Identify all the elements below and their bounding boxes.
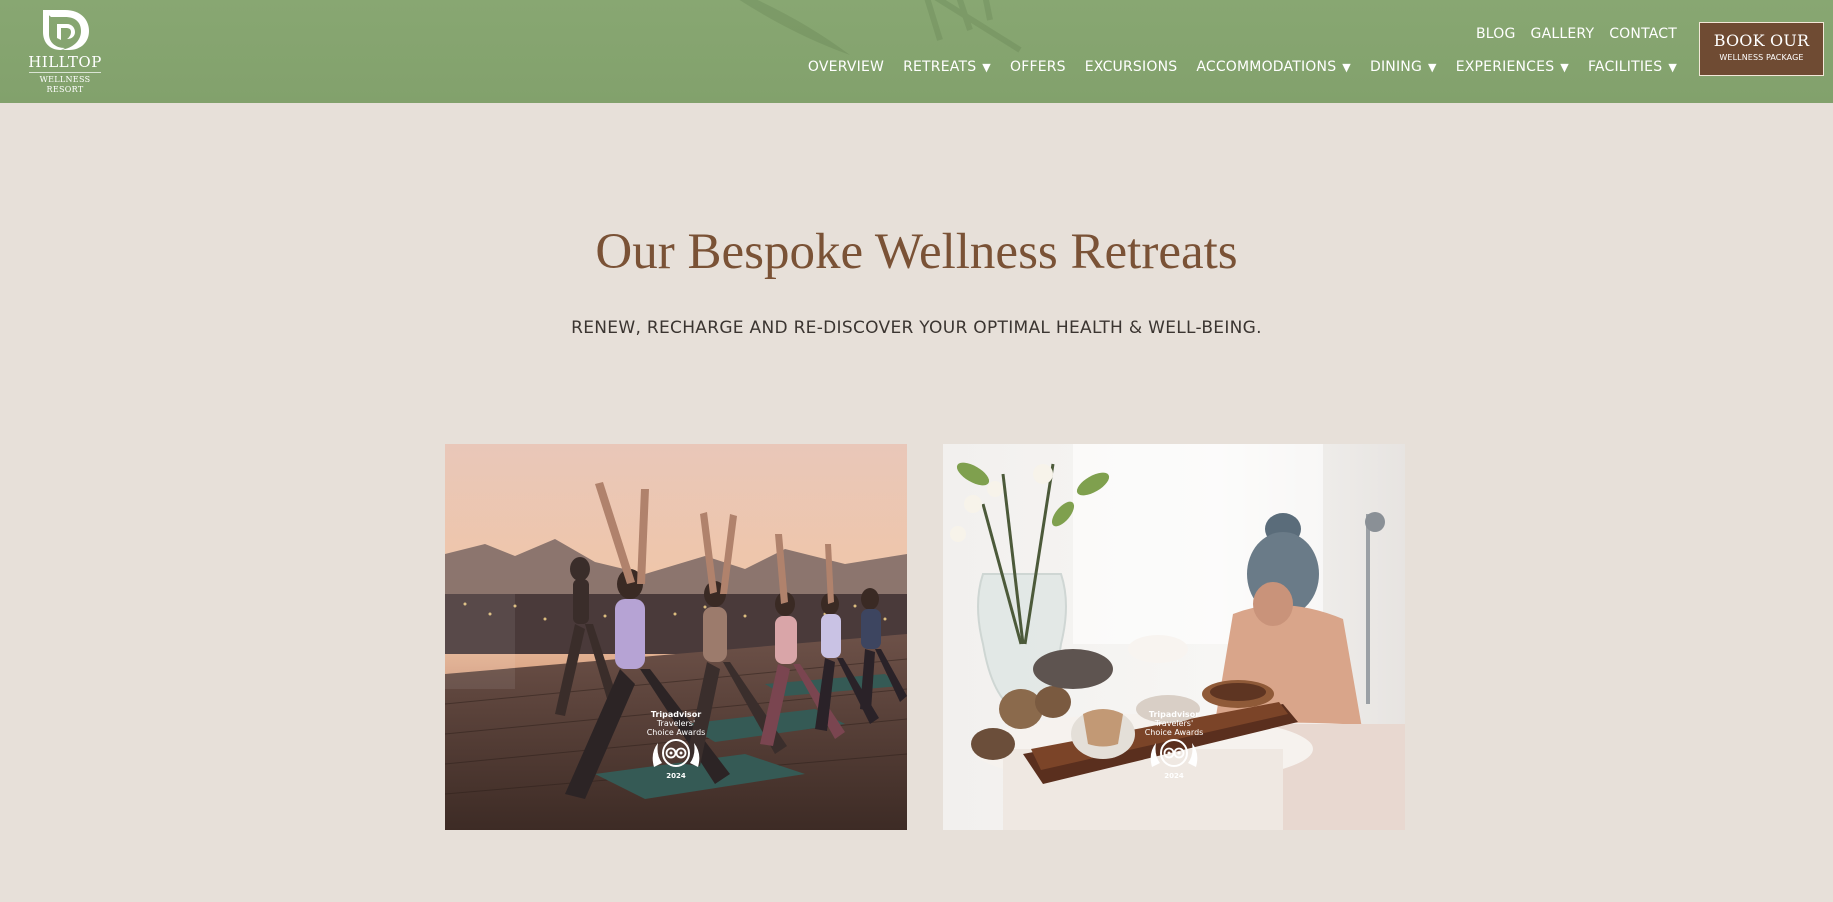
badge-line-1: Tripadvisor — [1148, 710, 1200, 719]
main-nav: OVERVIEW RETREATS ▼ OFFERS EXCURSIONS ACC… — [808, 59, 1677, 75]
nav-link-blog[interactable]: BLOG — [1476, 26, 1516, 42]
nav-item-label: RETREATS — [903, 59, 977, 75]
badge-line-1: Tripadvisor — [650, 710, 702, 719]
nav-item-offers[interactable]: OFFERS — [1010, 59, 1066, 75]
dropdown-caret-icon: ▼ — [1560, 60, 1569, 74]
retreat-card-yoga[interactable]: Tripadvisor Travelers' Choice Awards 202… — [445, 444, 907, 830]
nav-item-retreats[interactable]: RETREATS ▼ — [903, 59, 991, 75]
palm-leaf-decoration — [739, 0, 850, 55]
dropdown-caret-icon: ▼ — [1428, 60, 1437, 74]
nav-item-experiences[interactable]: EXPERIENCES ▼ — [1456, 59, 1569, 75]
nav-item-label: EXCURSIONS — [1084, 59, 1178, 75]
site-logo[interactable]: HILLTOP WELLNESS RESORT — [22, 4, 108, 94]
badge-line-3: Choice Awards — [646, 728, 706, 737]
page-title: Our Bespoke Wellness Retreats — [595, 224, 1238, 280]
nav-item-label: ACCOMMODATIONS — [1196, 59, 1337, 75]
tripadvisor-owl-icon — [652, 739, 700, 767]
nav-link-gallery[interactable]: GALLERY — [1531, 26, 1595, 42]
nav-item-label: DINING — [1369, 59, 1423, 75]
nav-item-accommodations[interactable]: ACCOMMODATIONS ▼ — [1196, 59, 1351, 75]
badge-line-2: Travelers' — [1154, 719, 1194, 728]
nav-item-overview[interactable]: OVERVIEW — [808, 59, 884, 75]
nav-item-dining[interactable]: DINING ▼ — [1370, 59, 1437, 75]
dropdown-caret-icon: ▼ — [982, 60, 991, 74]
book-button-sublabel: WELLNESS PACKAGE — [1719, 53, 1804, 62]
tripadvisor-owl-icon — [1150, 739, 1198, 767]
nav-link-contact[interactable]: CONTACT — [1609, 26, 1677, 42]
logo-mark-icon — [43, 10, 89, 50]
tripadvisor-award-badge: Tripadvisor Travelers' Choice Awards 202… — [1142, 710, 1206, 780]
logo-divider — [29, 72, 101, 73]
badge-line-3: Choice Awards — [1144, 728, 1204, 737]
logo-tagline: WELLNESS RESORT — [39, 75, 91, 94]
page-subtitle: RENEW, RECHARGE AND RE-DISCOVER YOUR OPT… — [571, 318, 1262, 338]
badge-line-2: Travelers' — [656, 719, 696, 728]
logo-name: HILLTOP — [28, 53, 102, 71]
retreat-card-spa[interactable]: Tripadvisor Travelers' Choice Awards 202… — [943, 444, 1405, 830]
book-package-button[interactable]: BOOK OUR WELLNESS PACKAGE — [1699, 22, 1824, 76]
nav-item-label: FACILITIES — [1587, 59, 1663, 75]
nav-item-label: OFFERS — [1009, 59, 1066, 75]
badge-year: 2024 — [666, 772, 686, 780]
nav-item-excursions[interactable]: EXCURSIONS — [1085, 59, 1178, 75]
dropdown-caret-icon: ▼ — [1342, 60, 1351, 74]
site-header: HILLTOP WELLNESS RESORT BLOG GALLERY CON… — [0, 0, 1833, 103]
utility-nav: BLOG GALLERY CONTACT — [1476, 26, 1677, 42]
nav-item-label: OVERVIEW — [807, 59, 885, 75]
palm-leaf-decoration — [924, 0, 1022, 53]
nav-item-facilities[interactable]: FACILITIES ▼ — [1588, 59, 1677, 75]
book-button-label: BOOK OUR — [1713, 31, 1810, 50]
dropdown-caret-icon: ▼ — [1668, 60, 1677, 74]
nav-item-label: EXPERIENCES — [1455, 59, 1555, 75]
tripadvisor-award-badge: Tripadvisor Travelers' Choice Awards 202… — [644, 710, 708, 780]
badge-year: 2024 — [1164, 772, 1184, 780]
